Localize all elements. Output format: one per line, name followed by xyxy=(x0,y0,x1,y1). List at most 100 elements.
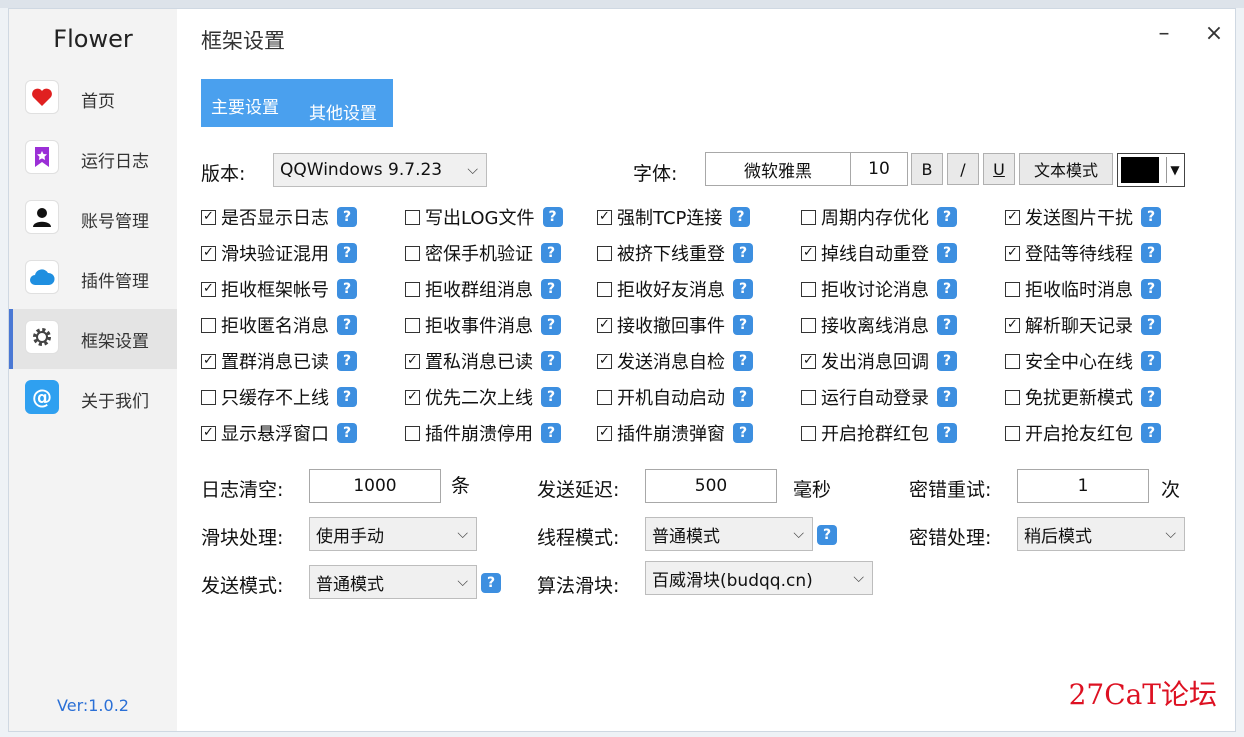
help-icon[interactable]: ? xyxy=(337,207,357,227)
option-checkbox[interactable] xyxy=(801,425,816,441)
option-checkbox[interactable]: ✓ xyxy=(597,317,612,333)
option-checkbox[interactable] xyxy=(1005,389,1020,405)
help-icon[interactable]: ? xyxy=(542,207,563,227)
help-icon[interactable]: ? xyxy=(937,387,957,407)
sidebar-item-framework-settings[interactable]: 框架设置 xyxy=(9,309,177,369)
option-checkbox[interactable] xyxy=(201,389,216,405)
slider-handle-select[interactable]: 使用手动 ⌵ xyxy=(309,517,477,551)
option-checkbox[interactable]: ✓ xyxy=(597,209,612,225)
help-icon[interactable]: ? xyxy=(1141,351,1161,371)
help-icon[interactable]: ? xyxy=(937,315,957,335)
help-icon[interactable]: ? xyxy=(541,279,561,299)
option-checkbox[interactable] xyxy=(597,245,612,261)
option-checkbox[interactable]: ✓ xyxy=(597,425,612,441)
option-checkbox[interactable]: ✓ xyxy=(201,209,216,225)
log-clear-input[interactable]: 1000 xyxy=(309,469,441,503)
help-icon[interactable]: ? xyxy=(733,315,753,335)
help-icon[interactable]: ? xyxy=(337,243,357,263)
option-checkbox[interactable]: ✓ xyxy=(1005,317,1020,333)
tab-other-settings[interactable]: 其他设置 xyxy=(309,99,377,124)
option-checkbox[interactable] xyxy=(801,317,816,333)
option-checkbox[interactable] xyxy=(597,389,612,405)
sidebar-item-accounts[interactable]: 账号管理 xyxy=(9,189,177,249)
sidebar-item-home[interactable]: 首页 xyxy=(9,69,177,129)
option-checkbox[interactable] xyxy=(801,389,816,405)
option-checkbox[interactable]: ✓ xyxy=(201,425,216,441)
version-select[interactable]: QQWindows 9.7.23 ⌵ xyxy=(273,153,487,187)
help-icon[interactable]: ? xyxy=(937,279,957,299)
pwd-retry-input[interactable]: 1 xyxy=(1017,469,1149,503)
option-checkbox[interactable]: ✓ xyxy=(201,281,216,297)
option-checkbox[interactable] xyxy=(405,209,420,225)
help-icon[interactable]: ? xyxy=(1141,315,1161,335)
option-checkbox[interactable]: ✓ xyxy=(201,245,216,261)
option-checkbox[interactable]: ✓ xyxy=(597,353,612,369)
option-checkbox[interactable] xyxy=(201,317,216,333)
help-icon[interactable]: ? xyxy=(733,279,753,299)
font-name-field[interactable]: 微软雅黑 xyxy=(705,152,851,186)
option-checkbox[interactable] xyxy=(405,281,420,297)
help-icon[interactable]: ? xyxy=(1141,423,1161,443)
option-checkbox[interactable]: ✓ xyxy=(801,353,816,369)
help-icon[interactable]: ? xyxy=(1141,207,1161,227)
help-icon[interactable]: ? xyxy=(733,423,753,443)
help-icon[interactable]: ? xyxy=(337,315,357,335)
help-icon[interactable]: ? xyxy=(1141,387,1161,407)
option-checkbox[interactable] xyxy=(405,245,420,261)
option-checkbox[interactable] xyxy=(1005,425,1020,441)
option-label: 插件崩溃弹窗 xyxy=(617,424,725,445)
help-icon[interactable]: ? xyxy=(541,351,561,371)
help-icon[interactable]: ? xyxy=(337,423,357,443)
help-icon[interactable]: ? xyxy=(937,423,957,443)
option-checkbox[interactable] xyxy=(597,281,612,297)
bold-button[interactable]: B xyxy=(911,153,943,185)
option-checkbox[interactable]: ✓ xyxy=(1005,245,1020,261)
help-icon[interactable]: ? xyxy=(541,387,561,407)
pwd-handle-select[interactable]: 稍后模式 ⌵ xyxy=(1017,517,1185,551)
option-checkbox[interactable]: ✓ xyxy=(801,245,816,261)
algo-slider-select[interactable]: 百威滑块(budqq.cn) ⌵ xyxy=(645,561,873,595)
help-icon[interactable]: ? xyxy=(937,351,957,371)
tab-main-settings[interactable]: 主要设置 xyxy=(211,93,279,118)
help-icon[interactable]: ? xyxy=(733,387,753,407)
minimize-button[interactable]: – xyxy=(1151,21,1177,47)
help-icon[interactable]: ? xyxy=(1141,243,1161,263)
sidebar-item-about[interactable]: @ 关于我们 xyxy=(9,369,177,429)
option-checkbox[interactable] xyxy=(801,281,816,297)
help-icon[interactable]: ? xyxy=(337,351,357,371)
option-checkbox[interactable] xyxy=(801,209,816,225)
underline-button[interactable]: U xyxy=(983,153,1015,185)
option-checkbox[interactable] xyxy=(1005,353,1020,369)
close-button[interactable]: × xyxy=(1201,21,1227,47)
thread-mode-select[interactable]: 普通模式 ⌵ xyxy=(645,517,813,551)
sidebar-item-log[interactable]: 运行日志 xyxy=(9,129,177,189)
help-icon[interactable]: ? xyxy=(937,243,957,263)
send-mode-select[interactable]: 普通模式 ⌵ xyxy=(309,565,477,599)
option-checkbox[interactable] xyxy=(1005,281,1020,297)
help-icon[interactable]: ? xyxy=(817,525,837,545)
option-checkbox[interactable]: ✓ xyxy=(1005,209,1020,225)
option-checkbox[interactable] xyxy=(405,425,420,441)
option-checkbox[interactable]: ✓ xyxy=(405,389,420,405)
help-icon[interactable]: ? xyxy=(337,279,357,299)
font-size-field[interactable]: 10 xyxy=(850,152,908,186)
help-icon[interactable]: ? xyxy=(337,387,357,407)
help-icon[interactable]: ? xyxy=(937,207,957,227)
option-checkbox[interactable]: ✓ xyxy=(405,353,420,369)
help-icon[interactable]: ? xyxy=(481,573,501,593)
help-icon[interactable]: ? xyxy=(541,243,561,263)
color-picker[interactable]: ▼ xyxy=(1117,153,1185,187)
help-icon[interactable]: ? xyxy=(1141,279,1161,299)
option-checkbox[interactable] xyxy=(405,317,420,333)
text-mode-button[interactable]: 文本模式 xyxy=(1019,153,1113,185)
help-icon[interactable]: ? xyxy=(733,351,753,371)
option-checkbox[interactable]: ✓ xyxy=(201,353,216,369)
help-icon[interactable]: ? xyxy=(730,207,751,227)
italic-button[interactable]: / xyxy=(947,153,979,185)
sidebar-item-plugins[interactable]: 插件管理 xyxy=(9,249,177,309)
help-icon[interactable]: ? xyxy=(541,423,561,443)
send-delay-input[interactable]: 500 xyxy=(645,469,777,503)
help-icon[interactable]: ? xyxy=(541,315,561,335)
option-item: 开启抢友红包? xyxy=(1005,415,1209,451)
help-icon[interactable]: ? xyxy=(733,243,753,263)
